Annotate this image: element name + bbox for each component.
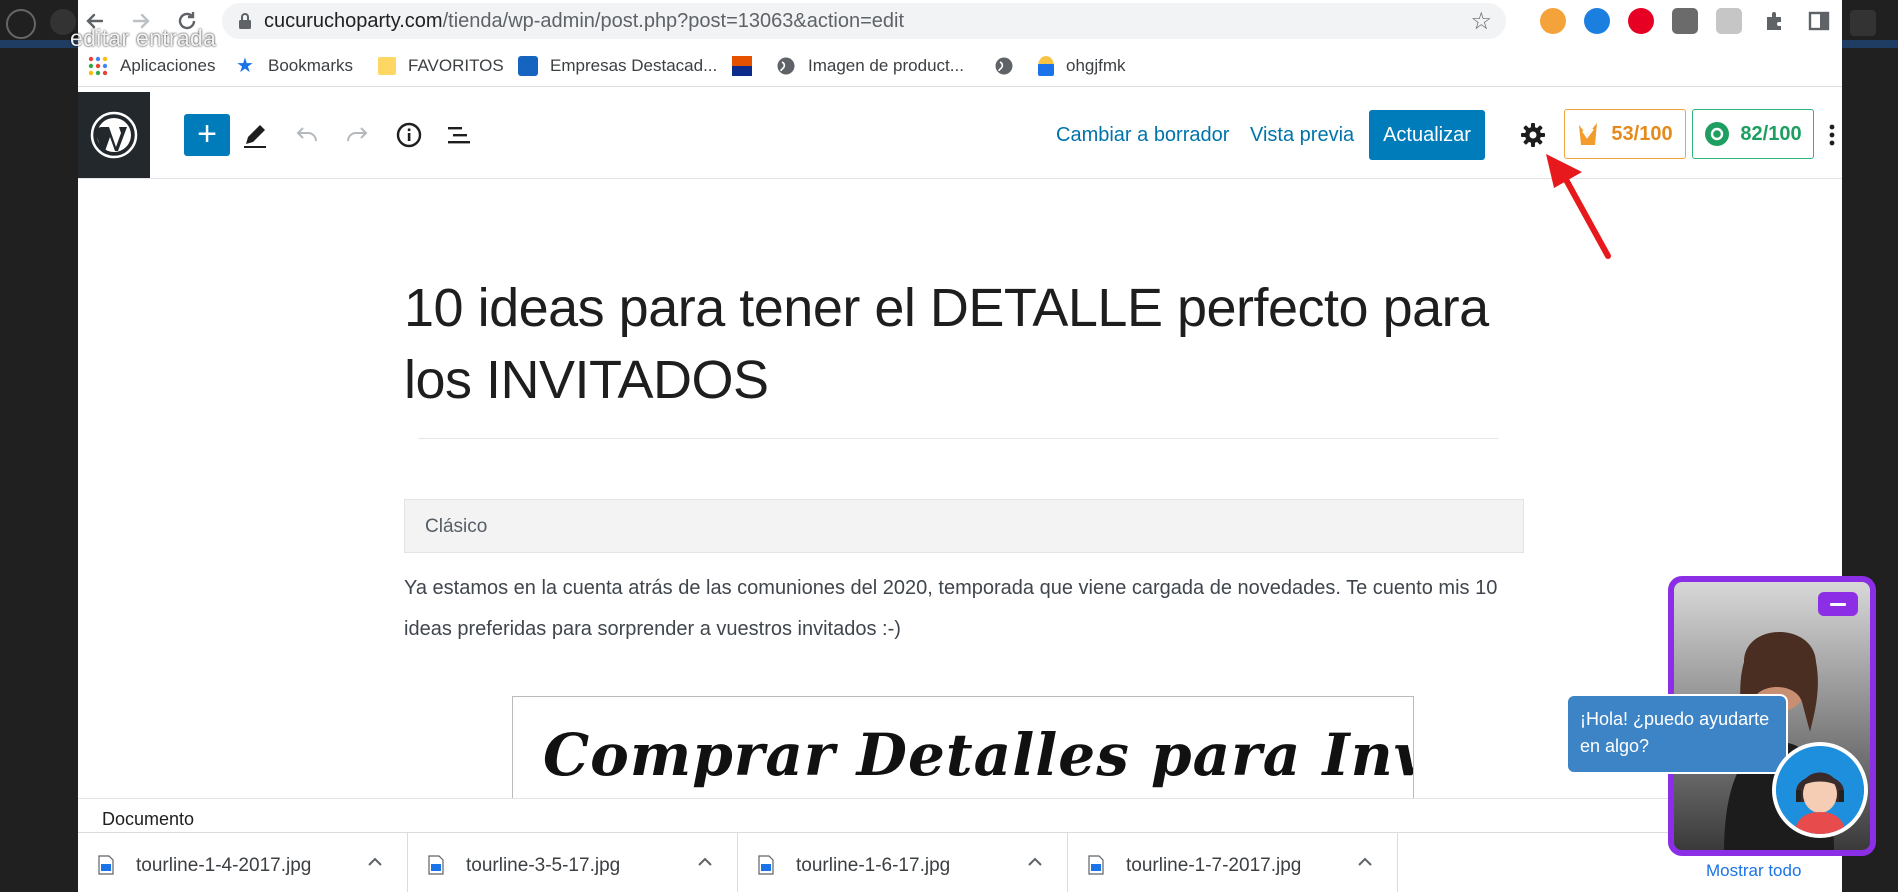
globe-icon (994, 56, 1014, 76)
chat-agent-avatar[interactable] (1772, 742, 1868, 838)
seo-score-value: 53/100 (1611, 122, 1673, 145)
readability-icon (1705, 122, 1730, 146)
download-filename: tourline-1-7-2017.jpg (1126, 855, 1302, 876)
extension-light-icon[interactable] (1716, 8, 1742, 34)
bookmark-label: ohgjfmk (1066, 56, 1126, 75)
orange-blue-flag-icon (732, 56, 752, 76)
wordpress-logo-button[interactable] (78, 92, 150, 178)
post-paragraph[interactable]: Ya estamos en la cuenta atrás de las com… (404, 568, 1534, 650)
breadcrumb-document[interactable]: Documento (102, 809, 194, 830)
extension-grey-icon[interactable] (1672, 8, 1698, 34)
bookmark-bookmarks[interactable]: ★ Bookmarks (236, 54, 353, 78)
readability-score-value: 82/100 (1740, 122, 1802, 145)
add-block-button[interactable]: + (184, 114, 230, 156)
edit-pencil-icon[interactable] (240, 120, 270, 150)
side-panel-icon[interactable] (1806, 8, 1832, 34)
switch-to-draft-link[interactable]: Cambiar a borrador (1056, 124, 1229, 147)
browser-toolbar: cucuruchoparty.com/tienda/wp-admin/post.… (78, 0, 1842, 42)
image-file-icon (1088, 855, 1104, 875)
post-image[interactable]: Comprar Detalles para Invitados (512, 696, 1414, 806)
bookmark-label: Imagen de product... (808, 56, 964, 75)
bookmark-ohgjfmk[interactable]: ohgjfmk (1038, 54, 1126, 78)
folder-icon (378, 57, 396, 75)
bookmark-favoritos[interactable]: FAVORITOS (378, 54, 504, 78)
bookmarks-bar: Aplicaciones ★ Bookmarks FAVORITOS Empre… (78, 46, 1842, 87)
address-bar[interactable]: cucuruchoparty.com/tienda/wp-admin/post.… (222, 3, 1506, 39)
extension-blue-icon[interactable] (1584, 8, 1610, 34)
image-file-icon (428, 855, 444, 875)
url-text: cucuruchoparty.com/tienda/wp-admin/post.… (264, 10, 905, 32)
download-filename: tourline-1-6-17.jpg (796, 855, 951, 876)
redo-icon[interactable] (342, 120, 372, 150)
site-favicon-icon (518, 56, 538, 76)
support-agent-icon (1776, 746, 1864, 834)
download-item[interactable]: tourline-1-4-2017.jpg (78, 833, 408, 892)
left-blue-strip (0, 40, 78, 48)
bookmark-globe[interactable] (994, 54, 1026, 78)
globe-icon (776, 56, 796, 76)
download-item[interactable]: tourline-3-5-17.jpg (408, 833, 738, 892)
red-annotation-arrow-icon (1546, 154, 1611, 259)
settings-gear-icon[interactable] (1518, 120, 1548, 150)
pinterest-icon[interactable] (1628, 8, 1654, 34)
readability-score-button[interactable]: 82/100 (1692, 109, 1814, 159)
site-favicon-icon (1038, 56, 1054, 76)
bookmark-label: Aplicaciones (120, 56, 216, 75)
bookmark-imagen[interactable]: Imagen de product... (776, 54, 964, 78)
minimize-chat-button[interactable] (1818, 592, 1858, 616)
image-file-icon (98, 855, 114, 875)
star-icon: ★ (236, 55, 254, 77)
download-item[interactable]: tourline-1-6-17.jpg (738, 833, 1068, 892)
apps-grid-icon (88, 56, 108, 76)
puzzle-icon[interactable] (1762, 8, 1788, 34)
info-icon[interactable] (394, 120, 424, 150)
bookmark-empresas[interactable]: Empresas Destacad... (518, 54, 717, 78)
download-filename: tourline-3-5-17.jpg (466, 855, 621, 876)
bookmark-label: Empresas Destacad... (550, 56, 718, 75)
seo-plugin-icon (1579, 123, 1598, 145)
post-title[interactable]: 10 ideas para tener el DETALLE perfecto … (404, 272, 1524, 416)
block-navigation-icon[interactable] (444, 120, 474, 150)
wordpress-icon (90, 111, 138, 159)
image-heading-text: Comprar Detalles para Invitados (543, 721, 1413, 789)
chevron-up-icon[interactable] (1026, 853, 1044, 871)
bookmark-label: FAVORITOS (408, 56, 504, 75)
update-button[interactable]: Actualizar (1369, 110, 1485, 160)
taskbar-avatar-icon[interactable] (1850, 10, 1876, 36)
chevron-up-icon[interactable] (696, 853, 714, 871)
right-blue-strip (1842, 40, 1898, 48)
extension-orange-icon[interactable] (1540, 8, 1566, 34)
chevron-up-icon[interactable] (1356, 853, 1374, 871)
window-title-overlay: editar entrada (70, 25, 217, 51)
lock-icon (239, 13, 251, 29)
image-file-icon (758, 855, 774, 875)
downloads-shelf: tourline-1-4-2017.jpg tourline-3-5-17.jp… (78, 832, 1842, 892)
more-options-icon[interactable] (1826, 120, 1838, 150)
bookmark-star-icon[interactable]: ☆ (1470, 7, 1492, 36)
preview-link[interactable]: Vista previa (1250, 124, 1354, 147)
title-divider (418, 438, 1498, 439)
bookmark-flag[interactable] (732, 54, 764, 78)
bookmark-label: Bookmarks (268, 56, 354, 75)
chevron-up-icon[interactable] (366, 853, 384, 871)
chat-greeting-bubble[interactable]: ¡Hola! ¿puedo ayudarte en algo? (1566, 694, 1788, 774)
left-screen-gutter (0, 0, 78, 892)
bookmark-apps[interactable]: Aplicaciones (88, 54, 215, 78)
taskbar-wordpress-icon[interactable] (6, 9, 36, 39)
classic-block-label: Clásico (425, 516, 488, 537)
download-item[interactable]: tourline-1-7-2017.jpg (1068, 833, 1398, 892)
undo-icon[interactable] (292, 120, 322, 150)
classic-block-toolbar[interactable]: Clásico (404, 499, 1524, 553)
download-filename: tourline-1-4-2017.jpg (136, 855, 312, 876)
show-all-downloads-link[interactable]: Mostrar todo (1706, 861, 1801, 881)
